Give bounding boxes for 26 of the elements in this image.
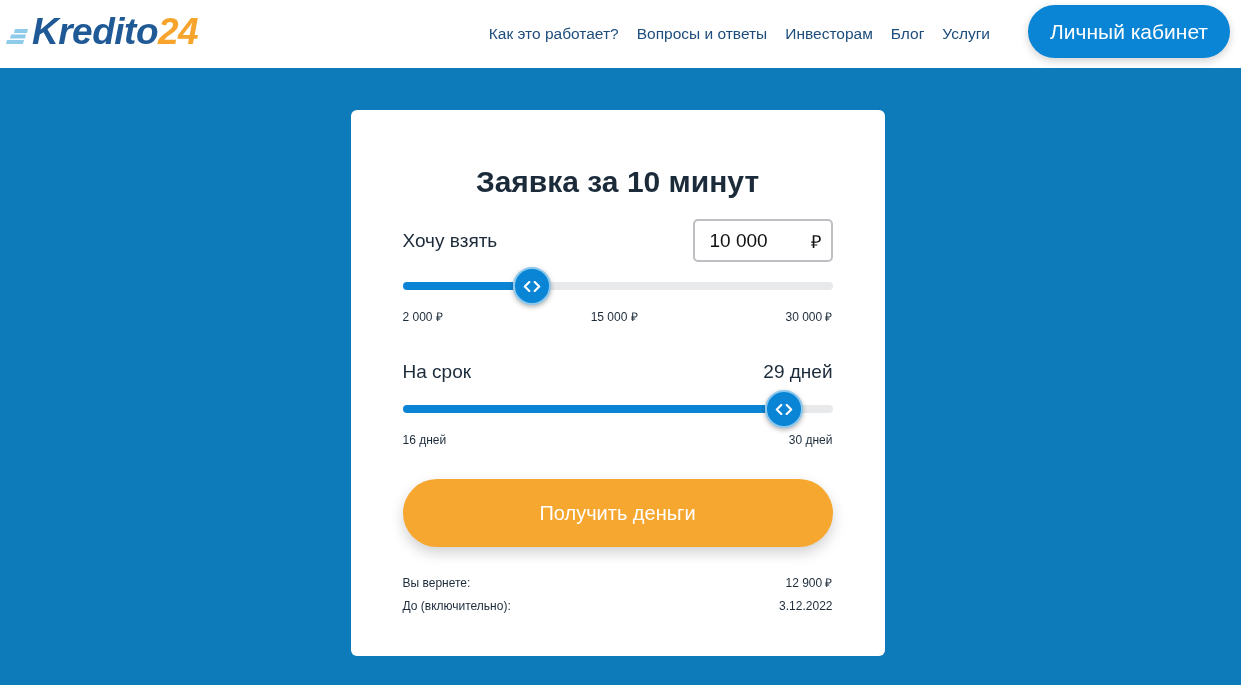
chevrons-icon <box>522 280 541 292</box>
term-value: 29 дней <box>763 360 833 384</box>
slider-label: Хочу взять <box>402 228 498 253</box>
slider-handle[interactable] <box>512 267 551 305</box>
logo-wordmark[interactable]: Kredito24 <box>32 11 199 53</box>
scale-label: 16 дней <box>402 432 447 448</box>
nav-link[interactable]: Как это работает? <box>488 24 619 44</box>
slider-handle[interactable] <box>765 390 804 428</box>
scale-label: 30 дней <box>788 432 833 448</box>
chevrons-icon <box>775 403 794 415</box>
amount-input[interactable]: 10 000 ₽ <box>692 219 833 262</box>
summary-label: Вы вернете: <box>402 575 471 592</box>
scale-label: 15 000 ₽ <box>590 309 638 325</box>
nav-link[interactable]: Услуги <box>942 24 990 44</box>
form-title: Заявка за 10 минут <box>474 164 761 200</box>
nav-link[interactable]: Блог <box>890 24 925 44</box>
nav-link[interactable]: Вопросы и ответы <box>636 24 768 44</box>
summary-value: 3.12.2022 <box>779 598 833 615</box>
slider-label: На срок <box>402 360 471 384</box>
scale-label: 2 000 ₽ <box>402 309 443 325</box>
summary-value: 12 900 ₽ <box>785 575 833 592</box>
speed-lines-icon <box>6 28 30 44</box>
summary-label: До (включительно): <box>402 598 511 615</box>
scale-label: 30 000 ₽ <box>785 309 833 325</box>
account-button[interactable]: Личный кабинет <box>1028 5 1230 58</box>
nav-link[interactable]: Инвесторам <box>785 24 873 44</box>
